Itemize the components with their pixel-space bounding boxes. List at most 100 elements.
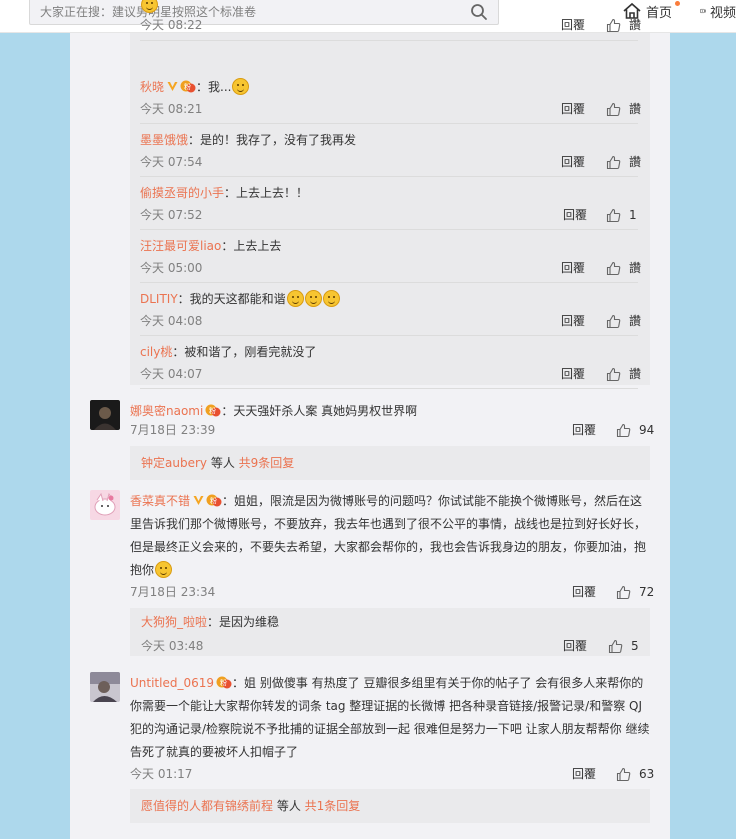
reply-button[interactable]: 回覆 [561, 154, 585, 170]
sub-comment-text: 偷摸丞哥的小手：上去上去！！ [140, 186, 309, 200]
avatar[interactable] [90, 400, 120, 430]
sub-comment-nick[interactable]: 秋晓 [140, 80, 164, 94]
comment-time: 7月18日 23:39 [130, 423, 216, 437]
sub-comment-nick[interactable]: 墨墨饿饿 [140, 133, 188, 147]
comment-nick[interactable]: 香菜真不错 [130, 494, 190, 508]
reply-button[interactable]: 回覆 [563, 638, 587, 654]
sub-comment-nick[interactable]: DLITIY [140, 292, 178, 306]
sub-comment-item: 秋晓粉：我... 今天 08:21 回覆讚 [140, 71, 641, 124]
like-button[interactable]: 讚 [606, 101, 641, 117]
fan-medal-icon: 粉 [216, 676, 232, 689]
sub-comment-time: 今天 04:08 [140, 314, 203, 328]
sub-comment-item: 墨墨饿饿：是的！我存了，没有了我再发 今天 07:54 回覆 讚 [140, 124, 641, 177]
comment-item: 香菜真不错粉：姐姐，限流是因为微博账号的问题吗？你试试能不能换个微博账号，然后在… [90, 490, 654, 600]
like-count: 5 [631, 639, 639, 653]
reply-button[interactable]: 回覆 [561, 366, 585, 382]
avatar[interactable] [90, 672, 120, 702]
like-button[interactable]: 讚 [606, 313, 641, 329]
like-button[interactable]: 讚 [606, 154, 641, 170]
sub-comment-time: 今天 07:54 [140, 155, 203, 169]
thumbs-up-icon [606, 18, 621, 32]
sub-comment-item: 偷摸丞哥的小手：上去上去！！ 今天 07:52 回覆 1 [140, 177, 638, 230]
like-button[interactable]: 讚 [606, 366, 641, 382]
svg-text:粉: 粉 [184, 82, 191, 91]
reply-button[interactable]: 回覆 [561, 101, 585, 117]
like-count: 讚 [629, 314, 642, 328]
svg-text:粉: 粉 [209, 406, 216, 415]
like-button[interactable]: 72 [616, 584, 654, 600]
more-replies-count[interactable]: 共1条回复 [305, 799, 361, 813]
thumbs-up-icon [606, 155, 621, 169]
reply-button[interactable]: 回覆 [563, 207, 587, 223]
like-count: 63 [639, 767, 655, 781]
thumbs-up-icon [606, 367, 621, 381]
vip-badge-icon [193, 496, 204, 505]
comment-item: 娜奥密naomi 粉：天天强奸杀人案 真她妈男权世界啊 7月18日 23:39 回… [90, 400, 654, 440]
sub-comment-nick[interactable]: 偷摸丞哥的小手 [140, 186, 224, 200]
reply-button[interactable]: 回覆 [561, 260, 585, 276]
like-button[interactable]: 讚 [606, 260, 641, 276]
reply-button[interactable]: 回覆 [572, 422, 596, 438]
comment-nick[interactable]: Untitled_0619 [130, 676, 214, 690]
emoji-icon [141, 0, 158, 13]
sub-comment-item: 大狗狗_啦啦：是因为维稳 今天 03:48 回覆 5 [130, 608, 650, 656]
fan-medal-icon: 粉 [205, 404, 221, 417]
thumbs-up-icon [616, 423, 631, 437]
more-replies-mid: 等人 [207, 456, 239, 470]
svg-text:粉: 粉 [210, 496, 217, 505]
more-replies-link[interactable]: 钟定aubery 等人 共9条回复 [130, 446, 650, 480]
emoji-icon [304, 290, 322, 307]
comment-text: 娜奥密naomi 粉：天天强奸杀人案 真她妈男权世界啊 [130, 404, 418, 418]
like-button[interactable]: 1 [606, 207, 637, 223]
sub-comment-time: 今天 03:48 [141, 639, 204, 653]
reply-button[interactable]: 回覆 [572, 766, 596, 782]
more-replies-link[interactable]: 愿值得的人都有锦绣前程 等人 共1条回复 [130, 789, 650, 823]
sub-comment-nick[interactable]: 汪汪最可爱liao [140, 239, 221, 253]
comment-text: Untitled_0619 粉：姐 别做傻事 有热度了 豆瓣很多组里有关于你的帖子… [130, 676, 650, 759]
sub-comment-item: DLITIY：我的天这都能和谐 今天 04:08 回覆 讚 [140, 283, 641, 336]
like-count: 94 [639, 423, 655, 437]
sub-comment-text: cily桃：被和谐了，刚看完就没了 [140, 345, 317, 359]
sub-comment-text: 大狗狗_啦啦：是因为维稳 [141, 615, 280, 629]
nav-video-link[interactable]: 视频 [700, 1, 736, 21]
reply-button[interactable]: 回覆 [561, 17, 585, 33]
reply-button[interactable]: 回覆 [561, 313, 585, 329]
like-button[interactable]: 63 [616, 766, 654, 782]
comment-time: 今天 01:17 [130, 767, 193, 781]
sub-comment-text: 汪汪最可爱liao：上去上去 [140, 239, 282, 253]
nav-video-label: 视频 [709, 5, 736, 21]
comment-nick[interactable]: 娜奥密naomi [130, 404, 203, 418]
like-count: 1 [629, 208, 637, 222]
sub-comment-item: 今天 08:22 回覆 讚 [140, 0, 641, 41]
nav-home-label: 首页 [646, 5, 673, 21]
svg-text:粉: 粉 [220, 678, 227, 687]
thumbs-up-icon [606, 208, 621, 222]
more-replies-mid: 等人 [273, 799, 305, 813]
sub-comment-nick[interactable]: 大狗狗_啦啦 [141, 615, 207, 629]
thumbs-up-icon [606, 314, 621, 328]
more-replies-nick[interactable]: 钟定aubery [141, 456, 207, 470]
avatar[interactable] [90, 490, 120, 520]
comment-item: Untitled_0619 粉：姐 别做傻事 有热度了 豆瓣很多组里有关于你的帖子… [90, 672, 654, 782]
emoji-icon [286, 290, 304, 307]
more-replies-nick[interactable]: 愿值得的人都有锦绣前程 [141, 799, 273, 813]
sub-comment-nick[interactable]: cily桃 [140, 345, 172, 359]
like-button[interactable]: 5 [608, 638, 639, 654]
video-icon [700, 8, 706, 14]
sub-comment-time: 今天 07:52 [140, 208, 203, 222]
emoji-icon [232, 78, 250, 95]
sub-comment-time: 今天 04:07 [140, 367, 203, 381]
more-replies-count[interactable]: 共9条回复 [239, 456, 295, 470]
comment-time: 7月18日 23:34 [130, 585, 216, 599]
notification-dot [675, 1, 680, 6]
sub-comment-time: 今天 08:22 [140, 18, 203, 32]
sub-comment-time: 今天 05:00 [140, 261, 203, 275]
like-button[interactable]: 94 [616, 422, 654, 438]
sub-comment-text: 墨墨饿饿：是的！我存了，没有了我再发 [140, 133, 357, 147]
like-count: 讚 [629, 102, 642, 116]
reply-button[interactable]: 回覆 [572, 584, 596, 600]
like-button[interactable]: 讚 [606, 17, 641, 33]
thumbs-up-icon [608, 639, 623, 653]
like-count: 讚 [629, 261, 642, 275]
thumbs-up-icon [606, 261, 621, 275]
